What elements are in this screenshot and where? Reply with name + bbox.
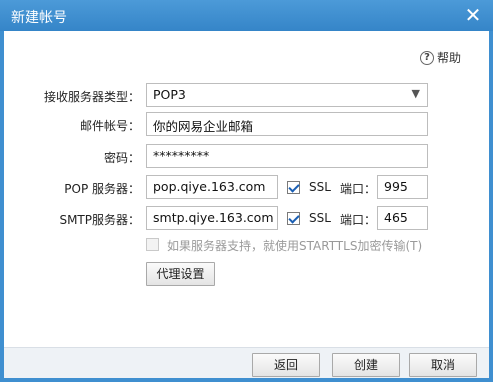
smtp-port-input[interactable]: 465 <box>377 206 428 230</box>
account-input[interactable]: 你的网易企业邮箱 <box>146 112 428 136</box>
pop-ssl-label: SSL <box>309 180 331 194</box>
new-account-dialog: 新建帐号 ✕ ? 帮助 接收服务器类型： POP3 ▼ 邮件帐号： 你的网易企业… <box>0 0 493 382</box>
create-button[interactable]: 创建 <box>332 353 400 377</box>
pop-port-input[interactable]: 995 <box>377 175 428 199</box>
title-bar: 新建帐号 ✕ <box>0 0 493 31</box>
dialog-title: 新建帐号 <box>11 10 67 26</box>
cancel-button[interactable]: 取消 <box>409 353 477 377</box>
smtp-ssl-checkbox[interactable] <box>287 212 300 225</box>
server-type-select[interactable]: POP3 ▼ <box>146 83 428 107</box>
proxy-settings-button[interactable]: 代理设置 <box>146 262 215 286</box>
pop-port-label: 端口： <box>340 182 377 196</box>
pop-ssl-checkbox[interactable] <box>287 181 300 194</box>
pop-server-label: POP 服务器： <box>64 182 140 196</box>
pop-server-input[interactable]: pop.qiye.163.com <box>146 175 278 199</box>
close-icon[interactable]: ✕ <box>463 4 483 26</box>
smtp-ssl-label: SSL <box>309 211 331 225</box>
help-icon: ? <box>420 50 434 65</box>
smtp-server-label: SMTP服务器： <box>59 213 140 227</box>
server-type-label: 接收服务器类型： <box>43 90 140 104</box>
chevron-down-icon: ▼ <box>411 87 420 100</box>
help-link[interactable]: ? 帮助 <box>420 49 461 66</box>
starttls-label: 如果服务器支持，就使用STARTTLS加密传输(T) <box>167 239 423 253</box>
server-type-value: POP3 <box>153 87 186 102</box>
help-label: 帮助 <box>437 51 462 65</box>
starttls-checkbox[interactable] <box>146 238 159 251</box>
back-button[interactable]: 返回 <box>252 353 320 377</box>
smtp-server-input[interactable]: smtp.qiye.163.com <box>146 206 278 230</box>
account-label: 邮件帐号： <box>79 119 140 133</box>
password-input[interactable]: ********* <box>146 144 428 168</box>
smtp-port-label: 端口： <box>340 213 377 227</box>
password-label: 密码： <box>103 151 140 165</box>
